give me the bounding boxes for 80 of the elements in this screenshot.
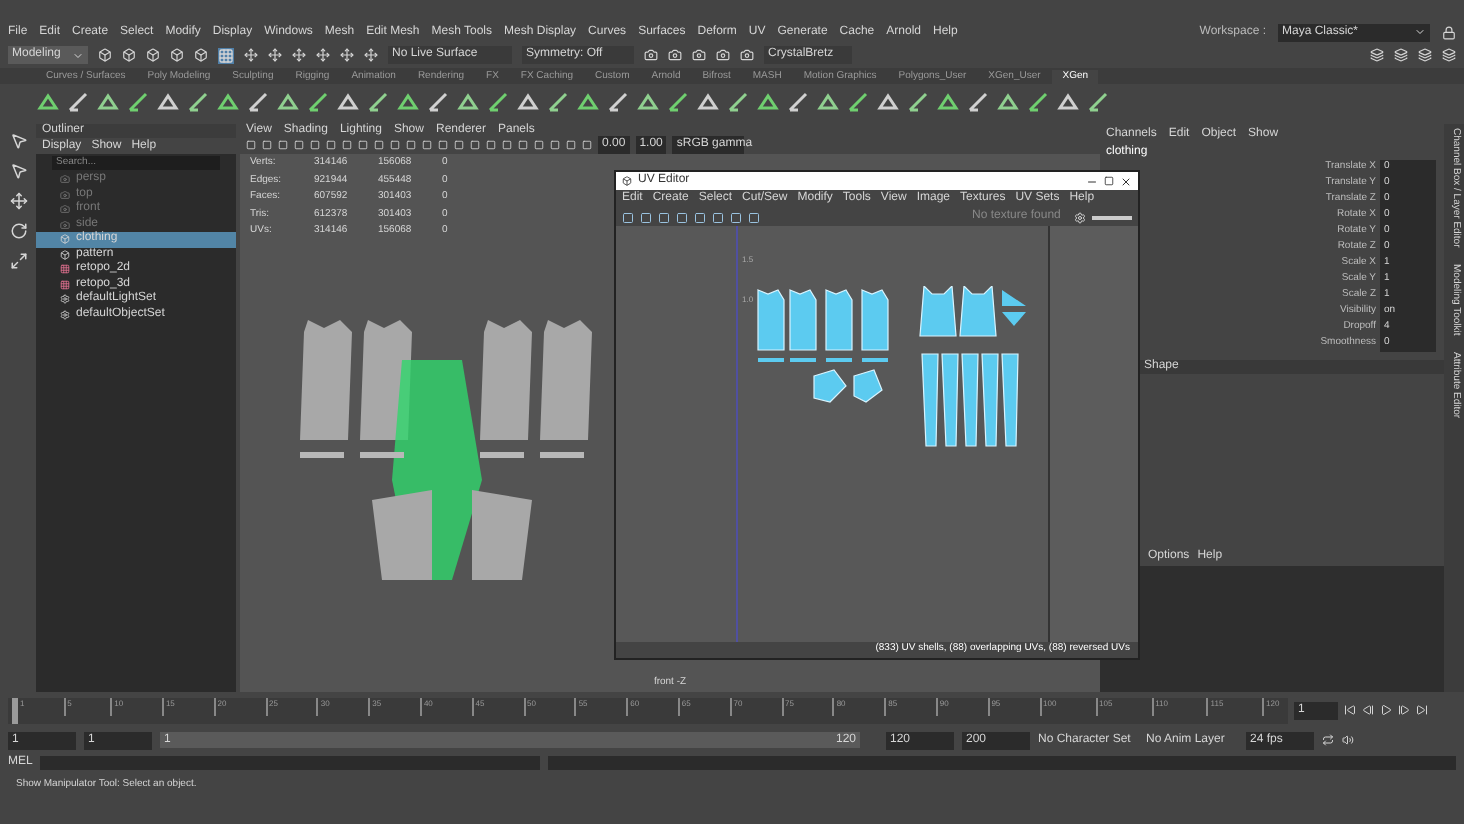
shelf-tool-icon[interactable] (696, 90, 720, 114)
close-icon[interactable] (1120, 175, 1132, 187)
shelf-tool-icon[interactable] (306, 90, 330, 114)
shelf-tool-icon[interactable] (486, 90, 510, 114)
snap-tool-icon[interactable] (316, 48, 330, 62)
shelf-tool-icon[interactable] (966, 90, 990, 114)
camera-icon (60, 189, 70, 200)
group-icon (60, 234, 70, 245)
snap-tool-icon[interactable] (292, 48, 306, 62)
camera-icon (60, 219, 70, 230)
maya-window-icon (622, 176, 632, 186)
select-tool-icon[interactable] (9, 132, 27, 150)
snap-tool-icon[interactable] (244, 48, 258, 62)
shelf-tool-icon[interactable] (936, 90, 960, 114)
shelf-tool-icon[interactable] (396, 90, 420, 114)
shelf-tool-icon[interactable] (366, 90, 390, 114)
camera-icon (60, 204, 70, 215)
shelf-tool-icon[interactable] (336, 90, 360, 114)
shelf-tool-icon[interactable] (276, 90, 300, 114)
set-icon (60, 309, 70, 320)
render-tool-icon[interactable] (692, 48, 706, 62)
shelf-tool-icon[interactable] (606, 90, 630, 114)
snap-tool-icon[interactable] (340, 48, 354, 62)
current-time-marker[interactable] (12, 697, 18, 723)
maximize-icon[interactable] (1104, 176, 1114, 186)
snap-icon[interactable] (218, 47, 234, 63)
step-forward-icon[interactable] (1398, 704, 1410, 716)
move-tool-icon[interactable] (9, 192, 27, 210)
shelf-tool-icon[interactable] (156, 90, 180, 114)
play-icon[interactable] (1380, 704, 1392, 716)
shelf-tool-icon[interactable] (666, 90, 690, 114)
shelf-tool-icon[interactable] (876, 90, 900, 114)
shelf-tool-icon[interactable] (126, 90, 150, 114)
lasso-tool-icon[interactable] (9, 162, 27, 180)
sound-icon[interactable] (1342, 734, 1354, 746)
shelf-tool-icon[interactable] (216, 90, 240, 114)
shelf-tool-icon[interactable] (786, 90, 810, 114)
render-tool-icon[interactable] (668, 48, 682, 62)
caret-icon (72, 49, 84, 61)
shelf-tool-icon[interactable] (96, 90, 120, 114)
shelf-tool-icon[interactable] (246, 90, 270, 114)
shelf-tool-icon[interactable] (756, 90, 780, 114)
shelf-tool-icon[interactable] (726, 90, 750, 114)
snap-tool-icon[interactable] (364, 48, 378, 62)
shelf-tool-icon[interactable] (576, 90, 600, 114)
scale-tool-icon[interactable] (9, 252, 27, 270)
set-icon (60, 294, 70, 305)
shelf-tool-icon[interactable] (1086, 90, 1110, 114)
shelf-tool-icon[interactable] (36, 90, 60, 114)
shelf-tool-icon[interactable] (546, 90, 570, 114)
shelf-tool-icon[interactable] (186, 90, 210, 114)
lock-icon[interactable] (1442, 25, 1456, 39)
mesh-icon (60, 264, 70, 275)
group-icon (60, 249, 70, 260)
shelf-tool-icon[interactable] (456, 90, 480, 114)
render-tool-icon[interactable] (740, 48, 754, 62)
minimize-icon[interactable] (1086, 175, 1098, 187)
skip-forward-icon[interactable] (1416, 704, 1428, 716)
caret-icon (1414, 26, 1426, 38)
step-back-icon[interactable] (1362, 704, 1374, 716)
settings-icon[interactable] (1074, 211, 1086, 223)
shelf-tool-icon[interactable] (906, 90, 930, 114)
shelf-tool-icon[interactable] (1056, 90, 1080, 114)
render-tool-icon[interactable] (716, 48, 730, 62)
camera-icon (60, 174, 70, 185)
loop-icon[interactable] (1322, 734, 1334, 746)
mesh-icon (60, 279, 70, 290)
shelf-tool-icon[interactable] (426, 90, 450, 114)
shelf-tool-icon[interactable] (636, 90, 660, 114)
snap-tool-icon[interactable] (268, 48, 282, 62)
render-tool-icon[interactable] (644, 48, 658, 62)
rotate-tool-icon[interactable] (9, 222, 27, 240)
command-input-field[interactable] (40, 755, 540, 769)
shelf-tool-icon[interactable] (66, 90, 90, 114)
shelf-tool-icon[interactable] (816, 90, 840, 114)
skip-back-icon[interactable] (1344, 704, 1356, 716)
shelf-tool-icon[interactable] (1026, 90, 1050, 114)
shelf-tool-icon[interactable] (996, 90, 1020, 114)
shelf-tool-icon[interactable] (516, 90, 540, 114)
shelf-tool-icon[interactable] (846, 90, 870, 114)
